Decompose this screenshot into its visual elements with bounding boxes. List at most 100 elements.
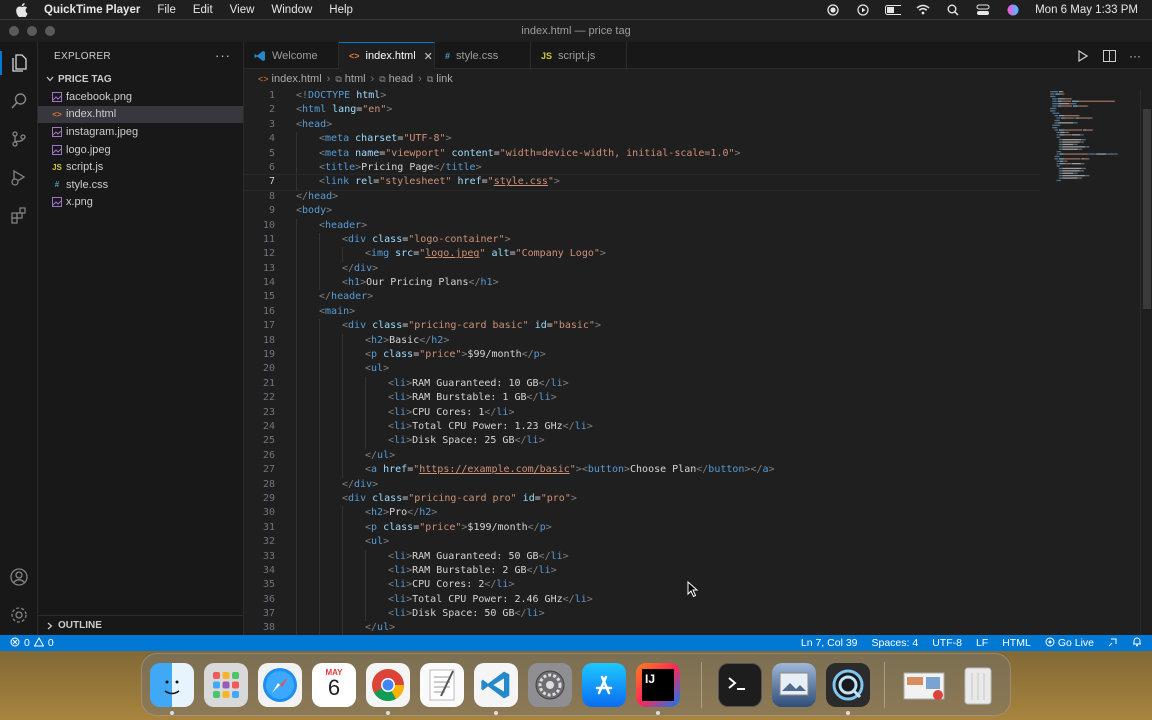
app-name-menu[interactable]: QuickTime Player: [44, 4, 140, 16]
code-line[interactable]: 8 </head>: [244, 190, 1040, 204]
indentation[interactable]: Spaces: 4: [872, 637, 919, 649]
documents-icon[interactable]: [902, 663, 946, 707]
feedback-icon[interactable]: [1108, 637, 1118, 650]
code-line[interactable]: 23 <li>CPU Cores: 1</li>: [244, 405, 1040, 420]
code-line[interactable]: 38 </ul>: [244, 621, 1040, 635]
code-line[interactable]: 19 <p class="price">$99/month</p>: [244, 348, 1040, 363]
error-icon[interactable]: [10, 637, 20, 650]
file-item[interactable]: # style.css: [38, 176, 243, 194]
spotlight-search-icon[interactable]: [945, 3, 961, 17]
finder-icon[interactable]: [150, 663, 194, 707]
code-line[interactable]: 6 <title>Pricing Page</title>: [244, 160, 1040, 176]
code-line[interactable]: 36 <li>Total CPU Power: 2.46 GHz</li>: [244, 592, 1040, 608]
code-line[interactable]: 26 </ul>: [244, 448, 1040, 464]
code-line[interactable]: 31 <p class="price">$199/month</p>: [244, 520, 1040, 536]
menu-help[interactable]: Help: [329, 4, 353, 16]
system-settings-icon[interactable]: [528, 663, 572, 707]
go-live-button[interactable]: Go Live: [1045, 637, 1094, 650]
folder-price-tag[interactable]: PRICE TAG: [38, 70, 243, 88]
code-editor[interactable]: 1 <!DOCTYPE html> 2 <html lang="en"> 3 <head>…: [244, 89, 1040, 635]
file-item[interactable]: instagram.jpeg: [38, 123, 243, 141]
editor-scrollbar[interactable]: [1140, 89, 1152, 635]
code-line[interactable]: 4 <meta charset="UTF-8">: [244, 132, 1040, 147]
code-line[interactable]: 20 <ul>: [244, 362, 1040, 377]
file-item[interactable]: facebook.png: [38, 88, 243, 106]
code-line[interactable]: 21 <li>RAM Guaranteed: 10 GB</li>: [244, 376, 1040, 392]
terminal-icon[interactable]: [718, 663, 762, 707]
code-line[interactable]: 7 <link rel="stylesheet" href="style.css"…: [244, 174, 1040, 191]
siri-icon[interactable]: [1005, 3, 1021, 17]
code-line[interactable]: 17 <div class="pricing-card basic" id="ba…: [244, 319, 1040, 334]
run-debug-icon[interactable]: [7, 165, 31, 189]
code-line[interactable]: 13 </div>: [244, 261, 1040, 277]
tab-style-css[interactable]: # style.css: [435, 42, 531, 69]
minimap[interactable]: [1044, 89, 1140, 635]
split-editor-icon[interactable]: [1102, 49, 1116, 63]
control-center-icon[interactable]: [975, 3, 991, 17]
code-line[interactable]: 37 <li>Disk Space: 50 GB</li>: [244, 607, 1040, 622]
more-actions-icon[interactable]: ···: [215, 48, 231, 63]
code-line[interactable]: 2 <html lang="en">: [244, 103, 1040, 117]
search-icon[interactable]: [7, 89, 31, 113]
tab-welcome[interactable]: Welcome: [244, 42, 339, 69]
close-window-button[interactable]: [9, 26, 19, 36]
minimize-window-button[interactable]: [27, 26, 37, 36]
warning-count[interactable]: 0: [48, 637, 54, 649]
apple-menu-icon[interactable]: [14, 2, 30, 18]
record-icon[interactable]: [825, 3, 841, 17]
file-item[interactable]: logo.jpeg: [38, 141, 243, 159]
code-line[interactable]: 25 <li>Disk Space: 25 GB</li>: [244, 434, 1040, 449]
code-line[interactable]: 18 <h2>Basic</h2>: [244, 333, 1040, 349]
file-item[interactable]: <> index.html: [38, 105, 243, 124]
settings-gear-icon[interactable]: [7, 603, 31, 627]
code-line[interactable]: 30 <h2>Pro</h2>: [244, 506, 1040, 521]
account-icon[interactable]: [7, 565, 31, 589]
end-of-line[interactable]: LF: [976, 637, 988, 649]
code-line[interactable]: 32 <ul>: [244, 535, 1040, 550]
menu-file[interactable]: File: [157, 4, 176, 16]
code-line[interactable]: 28 </div>: [244, 477, 1040, 492]
code-line[interactable]: 12 <img src="logo.jpeg" alt="Company Logo…: [244, 247, 1040, 262]
code-line[interactable]: 9 <body>: [244, 204, 1040, 218]
calendar-icon[interactable]: MAY 6: [312, 663, 356, 707]
app-store-icon[interactable]: [582, 663, 626, 707]
code-line[interactable]: 3 <head>: [244, 118, 1040, 132]
breadcrumb-html[interactable]: html: [345, 73, 366, 85]
code-line[interactable]: 15 </header>: [244, 290, 1040, 305]
textedit-icon[interactable]: [420, 663, 464, 707]
breadcrumb-file[interactable]: index.html: [272, 73, 322, 85]
safari-icon[interactable]: [258, 663, 302, 707]
play-status-icon[interactable]: [855, 3, 871, 17]
breadcrumb-head[interactable]: head: [389, 73, 413, 85]
code-line[interactable]: 24 <li>Total CPU Power: 1.23 GHz</li>: [244, 419, 1040, 435]
battery-icon[interactable]: [885, 3, 902, 17]
more-icon[interactable]: ···: [1128, 49, 1142, 63]
trash-icon[interactable]: [956, 663, 1000, 707]
chrome-icon[interactable]: [366, 663, 410, 707]
menubar-clock[interactable]: Mon 6 May 1:33 PM: [1035, 4, 1138, 16]
close-tab-icon[interactable]: ✕: [424, 50, 433, 63]
tab-script-js[interactable]: JS script.js: [531, 42, 627, 69]
menu-view[interactable]: View: [230, 4, 255, 16]
launchpad-icon[interactable]: [204, 663, 248, 707]
code-line[interactable]: 22 <li>RAM Burstable: 1 GB</li>: [244, 391, 1040, 406]
vscode-icon[interactable]: [474, 663, 518, 707]
warning-icon[interactable]: [33, 636, 45, 650]
language-mode[interactable]: HTML: [1002, 637, 1031, 649]
tab-index-html[interactable]: <> index.html ✕: [339, 42, 435, 69]
code-line[interactable]: 33 <li>RAM Guaranteed: 50 GB</li>: [244, 549, 1040, 564]
code-line[interactable]: 27 <a href="https://example.com/basic"><b…: [244, 463, 1040, 478]
extensions-icon[interactable]: [7, 203, 31, 227]
explorer-icon[interactable]: [0, 51, 38, 75]
encoding[interactable]: UTF-8: [932, 637, 962, 649]
preview-icon[interactable]: [772, 663, 816, 707]
code-line[interactable]: 1 <!DOCTYPE html>: [244, 89, 1040, 103]
breadcrumb-link[interactable]: link: [436, 73, 453, 85]
code-line[interactable]: 14 <h1>Our Pricing Plans</h1>: [244, 276, 1040, 291]
cursor-position[interactable]: Ln 7, Col 39: [801, 637, 858, 649]
code-line[interactable]: 10 <header>: [244, 218, 1040, 233]
file-item[interactable]: x.png: [38, 194, 243, 212]
code-line[interactable]: 34 <li>RAM Burstable: 2 GB</li>: [244, 563, 1040, 579]
code-line[interactable]: 11 <div class="logo-container">: [244, 232, 1040, 248]
code-line[interactable]: 35 <li>CPU Cores: 2</li>: [244, 578, 1040, 593]
